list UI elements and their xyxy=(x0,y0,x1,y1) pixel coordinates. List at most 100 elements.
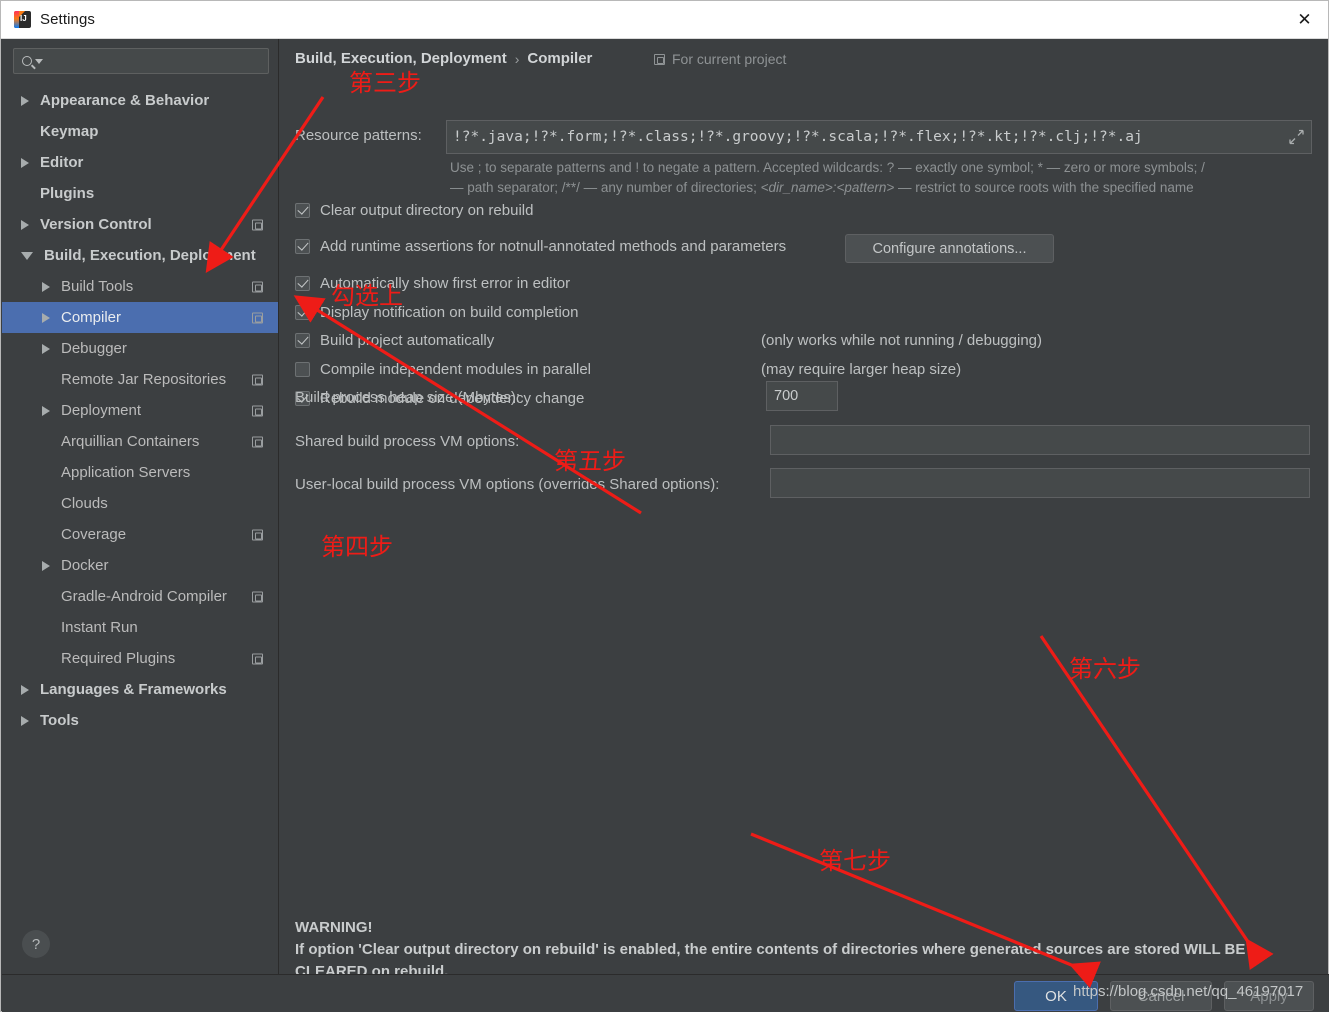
field-label-2: User-local build process VM options (ove… xyxy=(295,476,720,493)
chevron-right-icon[interactable] xyxy=(42,343,50,354)
chevron-right-icon[interactable] xyxy=(21,95,29,106)
checkbox-label: Build project automatically xyxy=(320,332,495,349)
chevron-right-icon[interactable] xyxy=(21,157,29,168)
sidebar-item-label: Docker xyxy=(61,557,109,574)
sidebar-item-label: Editor xyxy=(40,154,84,171)
sidebar-item-build-execution-deployment[interactable]: Build, Execution, Deployment xyxy=(2,240,278,271)
chevron-down-icon[interactable] xyxy=(21,251,33,260)
sidebar-item-debugger[interactable]: Debugger xyxy=(2,333,278,364)
configure-annotations-button[interactable]: Configure annotations... xyxy=(845,234,1054,263)
sidebar-item-compiler[interactable]: Compiler xyxy=(2,302,278,333)
checkbox-label: Automatically show first error in editor xyxy=(320,275,571,292)
project-scope-icon xyxy=(252,529,263,540)
sidebar-item-tools[interactable]: Tools xyxy=(2,705,278,736)
project-scope-icon xyxy=(252,436,263,447)
checkbox-clear-output-directory-on-rebuild[interactable]: Clear output directory on rebuild xyxy=(295,202,533,219)
checkbox-unchecked-icon[interactable] xyxy=(295,362,310,377)
sidebar-item-label: Languages & Frameworks xyxy=(40,681,227,698)
sidebar-item-label: Compiler xyxy=(61,309,122,326)
sidebar-item-label: Build Tools xyxy=(61,278,134,295)
sidebar-item-docker[interactable]: Docker xyxy=(2,550,278,581)
chevron-right-icon[interactable] xyxy=(21,219,29,230)
breadcrumb: Build, Execution, Deployment › Compiler xyxy=(295,50,592,67)
sidebar: Appearance & Behavior Keymap Editor Plugins… xyxy=(2,39,279,974)
sidebar-item-arquillian-containers[interactable]: Arquillian Containers xyxy=(2,426,278,457)
field-input-2[interactable] xyxy=(770,468,1310,498)
chevron-right-icon[interactable] xyxy=(21,684,29,695)
settings-dialog: Settings ✕ Appearance & Behavior Keymap Ed… xyxy=(0,0,1329,1012)
window-title: Settings xyxy=(40,11,95,28)
project-scope-icon xyxy=(252,405,263,416)
search-input[interactable] xyxy=(13,48,269,74)
checkbox-checked-icon[interactable] xyxy=(295,305,310,320)
chevron-right-icon[interactable] xyxy=(42,312,50,323)
sidebar-item-remote-jar-repositories[interactable]: Remote Jar Repositories xyxy=(2,364,278,395)
breadcrumb-root[interactable]: Build, Execution, Deployment xyxy=(295,50,507,67)
sidebar-item-gradle-android-compiler[interactable]: Gradle-Android Compiler xyxy=(2,581,278,612)
hint-line-2-a: — path separator; /**/ — any number of d… xyxy=(450,180,761,195)
resource-patterns-value: !?*.java;!?*.form;!?*.class;!?*.groovy;!… xyxy=(453,129,1143,145)
hint-line-2-c: — restrict to source roots with the spec… xyxy=(894,180,1194,195)
sidebar-item-application-servers[interactable]: Application Servers xyxy=(2,457,278,488)
checkbox-add-runtime-assertions-for-notnull-annotated-methods-and-parameters[interactable]: Add runtime assertions for notnull-annot… xyxy=(295,238,786,255)
close-icon[interactable]: ✕ xyxy=(1281,1,1328,38)
field-value: 700 xyxy=(774,388,799,404)
checkbox-label: Compile independent modules in parallel xyxy=(320,361,592,378)
hint-line-2-italic: <dir_name>:<pattern> xyxy=(760,180,895,195)
help-button[interactable]: ? xyxy=(22,930,50,958)
sidebar-item-build-tools[interactable]: Build Tools xyxy=(2,271,278,302)
sidebar-item-version-control[interactable]: Version Control xyxy=(2,209,278,240)
field-input-0[interactable]: 700 xyxy=(766,381,838,411)
checkbox-label: Clear output directory on rebuild xyxy=(320,202,534,219)
checkbox-build-project-automatically[interactable]: Build project automatically xyxy=(295,332,494,349)
sidebar-item-plugins[interactable]: Plugins xyxy=(2,178,278,209)
sidebar-item-keymap[interactable]: Keymap xyxy=(2,116,278,147)
checkbox-checked-icon[interactable] xyxy=(295,276,310,291)
checkbox-checked-icon[interactable] xyxy=(295,239,310,254)
sidebar-item-clouds[interactable]: Clouds xyxy=(2,488,278,519)
sidebar-item-required-plugins[interactable]: Required Plugins xyxy=(2,643,278,674)
checkbox-compile-independent-modules-in-parallel[interactable]: Compile independent modules in parallel xyxy=(295,361,591,378)
sidebar-item-languages-frameworks[interactable]: Languages & Frameworks xyxy=(2,674,278,705)
search-icon xyxy=(22,56,32,66)
sidebar-item-label: Remote Jar Repositories xyxy=(61,371,227,388)
checkbox-checked-icon[interactable] xyxy=(295,203,310,218)
sidebar-item-label: Keymap xyxy=(40,123,99,140)
checkbox-automatically-show-first-error-in-editor[interactable]: Automatically show first error in editor xyxy=(295,275,570,292)
expand-diagonal-icon[interactable] xyxy=(1289,129,1304,145)
sidebar-item-appearance-behavior[interactable]: Appearance & Behavior xyxy=(2,85,278,116)
chevron-right-icon[interactable] xyxy=(42,405,50,416)
settings-tree: Appearance & Behavior Keymap Editor Plugins… xyxy=(2,85,278,736)
checkbox-note: (only works while not running / debuggin… xyxy=(761,332,1042,349)
field-input-1[interactable] xyxy=(770,425,1310,455)
sidebar-item-label: Instant Run xyxy=(61,619,138,636)
resource-patterns-input[interactable]: !?*.java;!?*.form;!?*.class;!?*.groovy;!… xyxy=(446,120,1312,154)
checkbox-label: Display notification on build completion xyxy=(320,304,579,321)
watermark-url: https://blog.csdn.net/qq_46197017 xyxy=(1073,983,1304,1000)
sidebar-item-label: Plugins xyxy=(40,185,95,202)
chevron-right-icon[interactable] xyxy=(42,281,50,292)
sidebar-item-label: Version Control xyxy=(40,216,152,233)
project-scope-icon xyxy=(252,281,263,292)
checkbox-checked-icon[interactable] xyxy=(295,333,310,348)
chevron-right-icon[interactable] xyxy=(42,560,50,571)
sidebar-item-label: Appearance & Behavior xyxy=(40,92,210,109)
checkbox-label: Add runtime assertions for notnull-annot… xyxy=(320,238,787,255)
hint-line-2: — path separator; /**/ — any number of d… xyxy=(450,178,1315,198)
intellij-idea-icon xyxy=(14,11,31,28)
sidebar-item-label: Clouds xyxy=(61,495,108,512)
sidebar-item-deployment[interactable]: Deployment xyxy=(2,395,278,426)
field-label-0: Build process heap size (Mbytes): xyxy=(295,389,521,406)
breadcrumb-leaf: Compiler xyxy=(527,50,593,67)
sidebar-item-instant-run[interactable]: Instant Run xyxy=(2,612,278,643)
project-scope-icon xyxy=(252,312,263,323)
hint-line-1: Use ; to separate patterns and ! to nega… xyxy=(450,160,1205,175)
sidebar-item-editor[interactable]: Editor xyxy=(2,147,278,178)
sidebar-item-label: Build, Execution, Deployment xyxy=(44,247,256,264)
checkbox-display-notification-on-build-completion[interactable]: Display notification on build completion xyxy=(295,304,578,321)
field-label-1: Shared build process VM options: xyxy=(295,433,520,450)
project-scope-icon xyxy=(252,219,263,230)
sidebar-item-label: Deployment xyxy=(61,402,142,419)
chevron-right-icon[interactable] xyxy=(21,715,29,726)
sidebar-item-coverage[interactable]: Coverage xyxy=(2,519,278,550)
